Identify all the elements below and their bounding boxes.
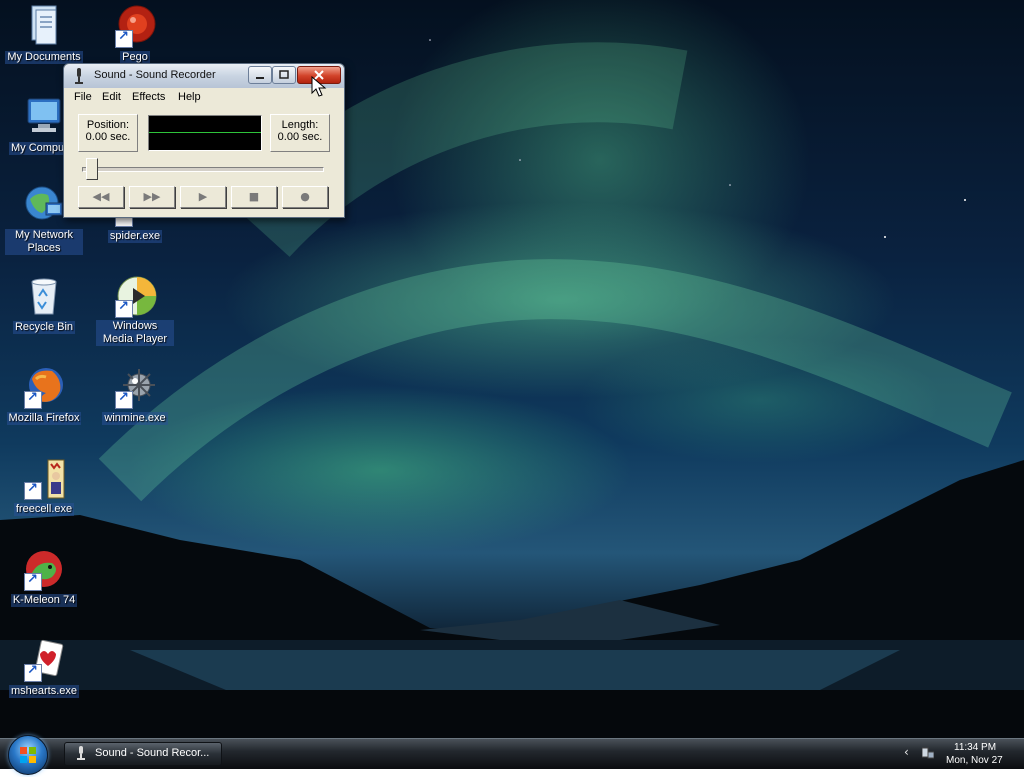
icon-label: Windows Media Player [96, 320, 174, 346]
mine-icon [113, 365, 157, 409]
hearts-card-icon [22, 638, 66, 682]
network-tray-icon[interactable] [922, 746, 934, 760]
desktop-icon-mozilla-firefox[interactable]: Mozilla Firefox [5, 365, 83, 425]
my-documents-icon [22, 4, 66, 48]
waveform-line [149, 132, 261, 133]
desktop-icon-my-documents[interactable]: My Documents [5, 4, 83, 64]
clock-date[interactable]: Mon, Nov 27 [946, 755, 1003, 766]
sound-recorder-window[interactable]: Sound - Sound Recorder File Edit Effects… [63, 63, 345, 218]
position-panel: Position: 0.00 sec. [78, 114, 138, 152]
desktop-icon-windows-media-player[interactable]: Windows Media Player [96, 274, 174, 346]
clock-time[interactable]: 11:34 PM [954, 742, 996, 753]
computer-icon [22, 95, 66, 139]
microphone-icon [77, 746, 85, 760]
maximize-icon [279, 70, 289, 79]
desktop-icon-freecell[interactable]: freecell.exe [5, 456, 83, 516]
icon-label: freecell.exe [13, 503, 75, 516]
taskbar-button-label: Sound - Sound Recor... [95, 747, 210, 759]
stop-icon: ■ [248, 190, 260, 203]
fast-forward-icon: ▶▶ [143, 190, 161, 203]
mouse-cursor-icon [311, 76, 327, 97]
record-icon: ● [300, 190, 310, 203]
shortcut-arrow-icon [115, 390, 133, 409]
play-icon: ▶ [198, 190, 208, 203]
pego-icon [113, 4, 157, 48]
seek-slider-thumb[interactable] [86, 158, 98, 180]
microphone-icon [75, 68, 83, 84]
maximize-button[interactable] [272, 66, 296, 84]
network-globe-icon [22, 183, 66, 227]
freecell-king-icon [22, 456, 66, 500]
shortcut-arrow-icon [24, 390, 42, 409]
shortcut-arrow-icon [24, 481, 42, 500]
menu-effects[interactable]: Effects [132, 91, 165, 103]
position-label: Position: [86, 119, 130, 131]
length-label: Length: [281, 119, 319, 131]
shortcut-arrow-icon [24, 572, 42, 591]
seek-to-start-button[interactable]: ◀◀ [78, 186, 124, 208]
minimize-icon [256, 77, 264, 79]
icon-label: Recycle Bin [12, 321, 76, 334]
waveform-display [148, 115, 262, 151]
seek-track[interactable] [82, 167, 324, 172]
shortcut-arrow-icon [115, 299, 133, 318]
window-title: Sound - Sound Recorder [94, 69, 216, 81]
firefox-icon [22, 365, 66, 409]
length-value: 0.00 sec. [277, 131, 323, 143]
menu-file[interactable]: File [74, 91, 92, 103]
shortcut-arrow-icon [24, 663, 42, 682]
icon-label: K-Meleon 74 [10, 594, 78, 607]
play-button[interactable]: ▶ [180, 186, 226, 208]
menu-edit[interactable]: Edit [102, 91, 121, 103]
desktop-icon-recycle-bin[interactable]: Recycle Bin [5, 274, 83, 334]
position-value: 0.00 sec. [85, 131, 131, 143]
seek-to-end-button[interactable]: ▶▶ [129, 186, 175, 208]
icon-label: winmine.exe [102, 412, 168, 425]
desktop-icon-k-meleon[interactable]: K-Meleon 74 [5, 547, 83, 607]
shortcut-arrow-icon [115, 29, 133, 48]
minimize-button[interactable] [248, 66, 272, 84]
k-meleon-icon [22, 547, 66, 591]
media-player-icon [113, 274, 157, 318]
stop-button[interactable]: ■ [231, 186, 277, 208]
icon-label: spider.exe [107, 230, 163, 243]
desktop-icon-mshearts[interactable]: mshearts.exe [5, 638, 83, 698]
windows-logo-icon [20, 747, 36, 763]
icon-label: Mozilla Firefox [6, 412, 82, 425]
desktop-icon-pego[interactable]: Pego [96, 4, 174, 64]
desktop-icon-winmine[interactable]: winmine.exe [96, 365, 174, 425]
length-panel: Length: 0.00 sec. [270, 114, 330, 152]
record-button[interactable]: ● [282, 186, 328, 208]
menu-bar: File Edit Effects Help [64, 88, 344, 108]
icon-label: My Network Places [5, 229, 83, 255]
title-bar[interactable]: Sound - Sound Recorder [64, 64, 344, 88]
start-button[interactable] [8, 735, 48, 775]
recycle-bin-icon [22, 274, 66, 318]
show-hidden-icons-chevron-icon[interactable]: ‹ [904, 745, 909, 759]
taskbar-button-sound-recorder[interactable]: Sound - Sound Recor... [64, 742, 222, 766]
taskbar: Sound - Sound Recor... ‹ 11:34 PM Mon, N… [0, 735, 1024, 775]
menu-help[interactable]: Help [178, 91, 201, 103]
icon-label: mshearts.exe [8, 685, 80, 698]
rewind-icon: ◀◀ [92, 190, 110, 203]
